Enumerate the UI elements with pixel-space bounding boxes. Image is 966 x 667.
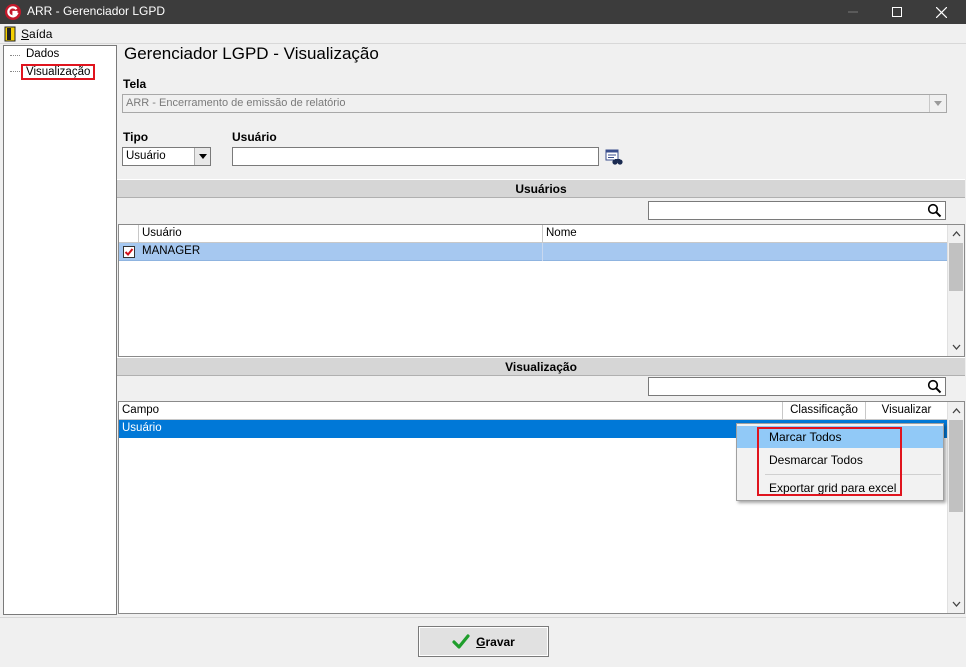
vertical-scrollbar[interactable]: [947, 402, 964, 613]
scroll-down-icon[interactable]: [948, 339, 964, 355]
row-checkbox[interactable]: [123, 246, 135, 258]
navigation-tree: Dados Visualização: [3, 45, 117, 615]
grid-header-campo[interactable]: Campo: [119, 402, 783, 420]
scroll-up-icon[interactable]: [948, 403, 964, 419]
tela-selected-value: ARR - Encerramento de emissão de relatór…: [126, 97, 346, 109]
tree-item-visualizacao[interactable]: Visualização: [21, 64, 96, 80]
grid-header-visualizar[interactable]: Visualizar: [866, 402, 948, 420]
minimize-icon[interactable]: [830, 0, 876, 24]
lookup-binoculars-icon[interactable]: [605, 148, 623, 166]
visualizacao-section-header: Visualização: [117, 357, 965, 376]
table-row[interactable]: MANAGER: [119, 243, 948, 261]
menu-item-saida[interactable]: Saída: [21, 27, 52, 41]
usuarios-grid[interactable]: Usuário Nome MANAGER: [118, 224, 965, 357]
window-title: ARR - Gerenciador LGPD: [27, 4, 166, 18]
divider: [0, 617, 966, 618]
page-title: Gerenciador LGPD - Visualização: [124, 44, 379, 63]
grid-header-classificacao[interactable]: Classificação: [783, 402, 866, 420]
usuario-input[interactable]: [232, 147, 599, 166]
menu-bar: Saída: [0, 24, 966, 44]
search-icon[interactable]: [927, 203, 942, 218]
visualizacao-search-input[interactable]: [648, 377, 946, 396]
menu-item-marcar-todos[interactable]: Marcar Todos: [737, 426, 943, 448]
tipo-dropdown[interactable]: Usuário: [122, 147, 211, 166]
cell-usuario: MANAGER: [142, 245, 201, 257]
grid-header-check: [119, 225, 139, 243]
close-icon[interactable]: [918, 0, 964, 24]
grid-header-usuario[interactable]: Usuário: [139, 225, 543, 243]
tree-item-dados[interactable]: Dados: [26, 48, 59, 60]
vertical-scrollbar[interactable]: [947, 225, 964, 356]
app-logo-icon: [4, 3, 22, 21]
cell-campo: Usuário: [122, 422, 162, 434]
tipo-label: Tipo: [123, 130, 149, 144]
usuario-label: Usuário: [232, 130, 277, 144]
scroll-up-icon[interactable]: [948, 226, 964, 242]
search-icon[interactable]: [927, 379, 942, 394]
maximize-icon[interactable]: [874, 0, 920, 24]
usuarios-search-input[interactable]: [648, 201, 946, 220]
menu-separator: [765, 474, 941, 475]
grid-header-nome[interactable]: Nome: [543, 225, 948, 243]
checkmark-icon: [452, 633, 470, 649]
menu-item-desmarcar-todos[interactable]: Desmarcar Todos: [737, 449, 943, 471]
column-divider: [542, 243, 543, 261]
tipo-selected-value: Usuário: [126, 150, 166, 162]
tela-dropdown[interactable]: ARR - Encerramento de emissão de relatór…: [122, 94, 947, 113]
tree-connector: [10, 71, 20, 72]
tree-connector: [10, 55, 20, 56]
scroll-thumb[interactable]: [949, 243, 963, 291]
scroll-thumb[interactable]: [949, 420, 963, 512]
gravar-label: Gravar: [476, 634, 515, 649]
title-bar: ARR - Gerenciador LGPD: [0, 0, 966, 24]
gravar-button[interactable]: Gravar: [418, 626, 549, 657]
usuarios-section-header: Usuários: [117, 179, 965, 198]
chevron-down-icon[interactable]: [929, 95, 946, 112]
chevron-down-icon[interactable]: [194, 148, 210, 165]
context-menu: Marcar Todos Desmarcar Todos Exportar gr…: [736, 423, 944, 501]
tela-label: Tela: [123, 77, 147, 91]
scroll-down-icon[interactable]: [948, 596, 964, 612]
exit-door-icon[interactable]: [4, 26, 16, 42]
menu-item-exportar-excel[interactable]: Exportar grid para excel: [737, 477, 943, 499]
